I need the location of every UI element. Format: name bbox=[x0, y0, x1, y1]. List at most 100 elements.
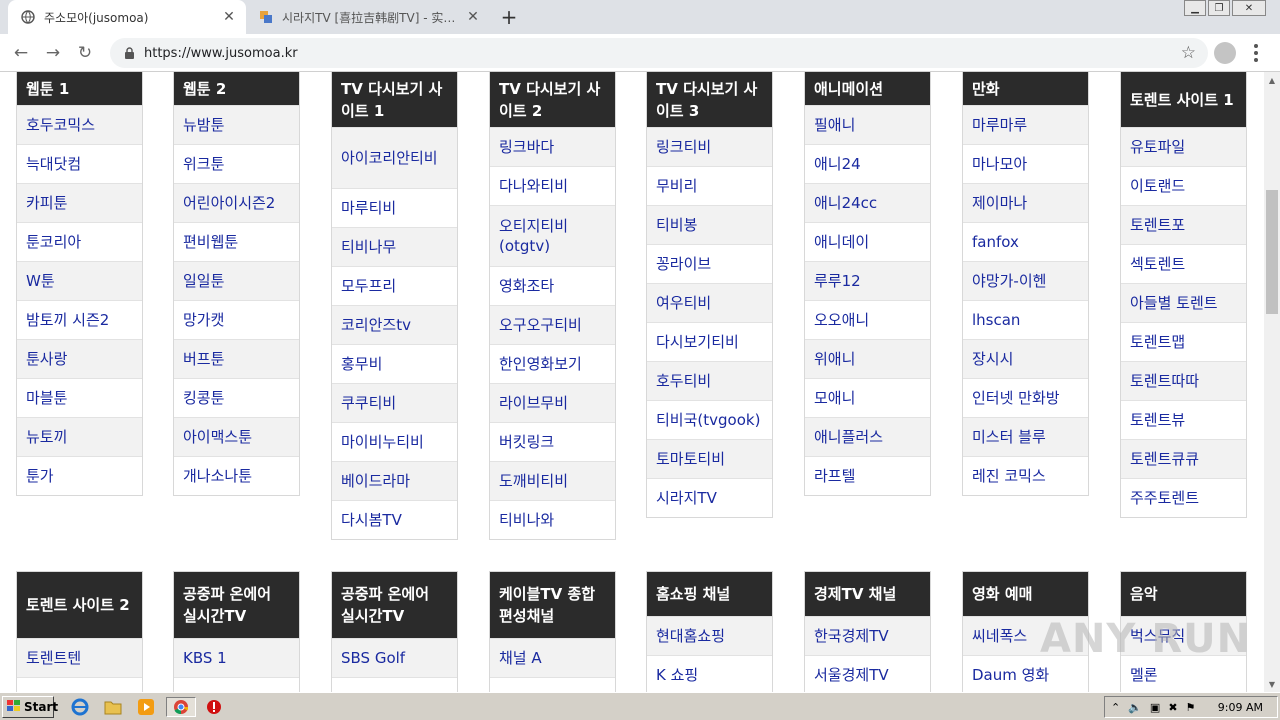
start-button[interactable]: Start bbox=[2, 696, 58, 718]
site-link[interactable]: 이토랜드 bbox=[1121, 166, 1246, 205]
site-link[interactable]: 토렌트텐 bbox=[17, 638, 142, 677]
vertical-scrollbar[interactable]: ▲ ▼ bbox=[1264, 72, 1280, 692]
site-link[interactable]: 꽁라이브 bbox=[647, 244, 772, 283]
site-link[interactable]: 개나소나툰 bbox=[174, 456, 299, 495]
site-link[interactable]: 티비봉 bbox=[647, 205, 772, 244]
restore-button[interactable]: ❐ bbox=[1208, 0, 1230, 16]
media-player-icon[interactable] bbox=[136, 697, 156, 717]
site-link[interactable]: lhscan bbox=[963, 300, 1088, 339]
site-link[interactable]: 홍무비 bbox=[332, 344, 457, 383]
site-link[interactable]: 토렌트큐큐 bbox=[1121, 439, 1246, 478]
site-link[interactable]: 현대홈쇼핑 bbox=[647, 616, 772, 655]
site-link[interactable]: 필애니 bbox=[805, 105, 930, 144]
site-link[interactable]: 편비웹툰 bbox=[174, 222, 299, 261]
site-link[interactable]: 뉴밤툰 bbox=[174, 105, 299, 144]
site-link[interactable]: 위크툰 bbox=[174, 144, 299, 183]
site-link[interactable]: 링크바다 bbox=[490, 127, 615, 166]
site-link[interactable]: 킹콩툰 bbox=[174, 378, 299, 417]
site-link[interactable]: 토렌트따따 bbox=[1121, 361, 1246, 400]
site-link[interactable]: K 쇼핑 bbox=[647, 655, 772, 692]
site-link[interactable]: 마나모아 bbox=[963, 144, 1088, 183]
site-link[interactable]: 밤토끼 시즌2 bbox=[17, 300, 142, 339]
scroll-up-icon[interactable]: ▲ bbox=[1264, 72, 1280, 88]
site-link[interactable]: 버프툰 bbox=[174, 339, 299, 378]
volume-icon[interactable]: 🔈 bbox=[1128, 701, 1142, 714]
site-link[interactable]: 호두코믹스 bbox=[17, 105, 142, 144]
site-link[interactable]: 코리안즈tv bbox=[332, 305, 457, 344]
site-link[interactable]: 툰사랑 bbox=[17, 339, 142, 378]
site-link[interactable]: 일일툰 bbox=[174, 261, 299, 300]
site-link[interactable]: 토마토티비 bbox=[647, 439, 772, 478]
site-link[interactable]: SBS Golf bbox=[332, 638, 457, 677]
site-link[interactable]: 툰가 bbox=[17, 456, 142, 495]
reload-icon[interactable]: ↻ bbox=[74, 42, 96, 64]
site-link[interactable]: W툰 bbox=[17, 261, 142, 300]
site-link[interactable]: 제이마나 bbox=[963, 183, 1088, 222]
site-link[interactable]: fanfox bbox=[963, 222, 1088, 261]
flag-icon[interactable]: ⚑ bbox=[1186, 701, 1196, 714]
site-link[interactable]: 영화조타 bbox=[490, 266, 615, 305]
site-link[interactable]: 라이브무비 bbox=[490, 383, 615, 422]
bookmark-star-icon[interactable]: ☆ bbox=[1181, 43, 1196, 63]
site-link[interactable]: 장시시 bbox=[963, 339, 1088, 378]
site-link[interactable]: KBS 1 bbox=[174, 638, 299, 677]
site-link[interactable]: 시라지TV bbox=[647, 478, 772, 517]
site-link[interactable]: 유토파일 bbox=[1121, 127, 1246, 166]
close-tab-icon[interactable]: ✕ bbox=[220, 8, 238, 26]
site-link[interactable]: 토렌트맵 bbox=[1121, 322, 1246, 361]
site-link[interactable]: 망가캣 bbox=[174, 300, 299, 339]
site-link[interactable]: 인터넷 만화방 bbox=[963, 378, 1088, 417]
site-link[interactable]: 티비나와 bbox=[490, 500, 615, 539]
stop-icon[interactable] bbox=[204, 697, 224, 717]
site-link[interactable]: 뉴토끼 bbox=[17, 417, 142, 456]
close-tab-icon[interactable]: ✕ bbox=[464, 8, 482, 26]
site-link[interactable]: 한인영화보기 bbox=[490, 344, 615, 383]
site-link[interactable]: 레진 코믹스 bbox=[963, 456, 1088, 495]
security-icon[interactable]: ✖ bbox=[1168, 701, 1177, 714]
close-window-button[interactable]: ✕ bbox=[1232, 0, 1266, 16]
site-link[interactable]: 채널 A bbox=[490, 638, 615, 677]
site-link[interactable]: 서울경제TV bbox=[805, 655, 930, 692]
site-link[interactable]: 마블툰 bbox=[17, 378, 142, 417]
site-link[interactable]: 버킷링크 bbox=[490, 422, 615, 461]
back-arrow-icon[interactable]: ← bbox=[10, 42, 32, 64]
site-link[interactable]: 아이맥스툰 bbox=[174, 417, 299, 456]
site-link[interactable]: 토렌트포 bbox=[1121, 205, 1246, 244]
site-link[interactable]: 오티지티비(otgtv) bbox=[490, 205, 615, 266]
site-link[interactable]: 애니24 bbox=[805, 144, 930, 183]
site-link[interactable]: 오오애니 bbox=[805, 300, 930, 339]
tab-jusomoa[interactable]: 주소모아(jusomoa) ✕ bbox=[8, 0, 246, 34]
tray-arrow-icon[interactable]: ⌃ bbox=[1111, 701, 1120, 714]
site-link[interactable]: 카피툰 bbox=[17, 183, 142, 222]
site-link[interactable]: 늑대닷컴 bbox=[17, 144, 142, 183]
site-link[interactable]: 한국경제TV bbox=[805, 616, 930, 655]
site-link[interactable]: 주주토렌트 bbox=[1121, 478, 1246, 517]
site-link[interactable]: 위애니 bbox=[805, 339, 930, 378]
site-link[interactable]: 애니플러스 bbox=[805, 417, 930, 456]
site-link[interactable]: 어린아이시즌2 bbox=[174, 183, 299, 222]
site-link[interactable]: 모두프리 bbox=[332, 266, 457, 305]
chrome-taskbar-button[interactable] bbox=[166, 697, 196, 717]
site-link[interactable]: 쿠쿠티비 bbox=[332, 383, 457, 422]
site-link[interactable]: 도깨비티비 bbox=[490, 461, 615, 500]
browser-menu-icon[interactable] bbox=[1248, 42, 1264, 64]
site-link[interactable]: 다나와티비 bbox=[490, 166, 615, 205]
site-link[interactable]: 티비나무 bbox=[332, 227, 457, 266]
forward-arrow-icon[interactable]: → bbox=[42, 42, 64, 64]
site-link[interactable]: 애니데이 bbox=[805, 222, 930, 261]
site-link[interactable]: 오구오구티비 bbox=[490, 305, 615, 344]
site-link[interactable]: 티비국(tvgook) bbox=[647, 400, 772, 439]
scrollbar-thumb[interactable] bbox=[1266, 190, 1278, 314]
site-link[interactable]: 섹토렌트 bbox=[1121, 244, 1246, 283]
site-link[interactable]: 다시봄TV bbox=[332, 500, 457, 539]
internet-explorer-icon[interactable] bbox=[70, 697, 90, 717]
site-link[interactable]: 애니24cc bbox=[805, 183, 930, 222]
site-link[interactable]: 아이코리안티비 bbox=[332, 127, 457, 188]
site-link[interactable]: 야망가-이헨 bbox=[963, 261, 1088, 300]
new-tab-button[interactable]: + bbox=[497, 5, 521, 29]
site-link[interactable]: 링크티비 bbox=[647, 127, 772, 166]
site-link[interactable]: 모애니 bbox=[805, 378, 930, 417]
site-link[interactable]: 아들별 토렌트 bbox=[1121, 283, 1246, 322]
site-link[interactable]: 루루12 bbox=[805, 261, 930, 300]
site-link[interactable]: 베이드라마 bbox=[332, 461, 457, 500]
